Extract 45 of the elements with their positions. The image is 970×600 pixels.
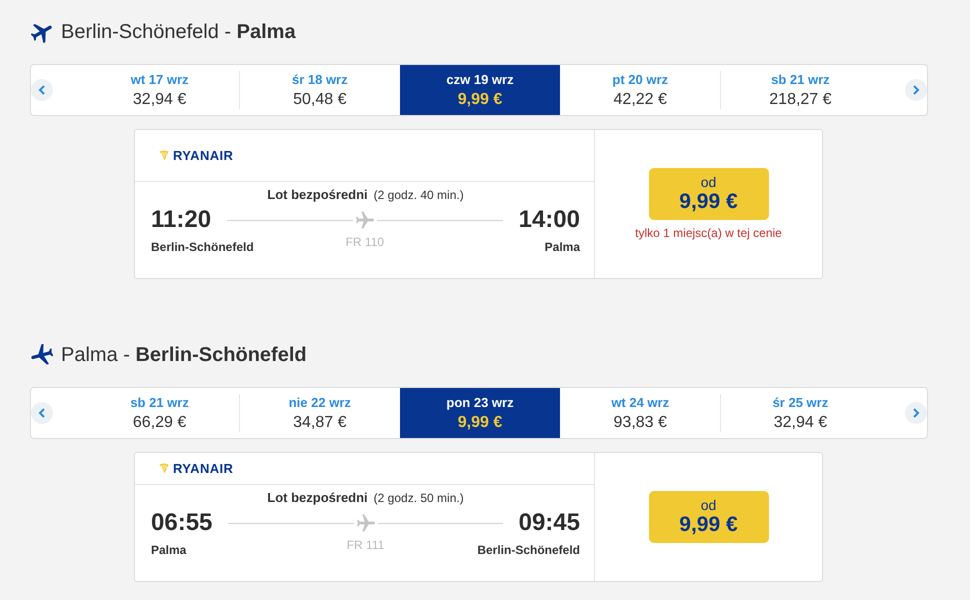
- date-tab[interactable]: śr 25 wrz 32,94 €: [720, 388, 880, 438]
- next-dates-button[interactable]: [905, 402, 928, 424]
- chevron-left-icon: [38, 408, 46, 418]
- route-heading: Berlin-Schönefeld - Palma: [61, 20, 296, 45]
- date-tab[interactable]: wt 24 wrz 93,83 €: [560, 388, 720, 438]
- flight-type: Lot bezpośredni: [267, 490, 368, 506]
- airplane-icon: [31, 21, 53, 43]
- flight-number: FR 111: [346, 538, 384, 552]
- date-tab[interactable]: pon 23 wrz 9,99 €: [400, 388, 560, 438]
- chevron-right-icon: [912, 408, 920, 418]
- date-tab[interactable]: nie 22 wrz 34,87 €: [240, 388, 400, 438]
- airplane-icon: [356, 514, 374, 532]
- arrival-time: 14:00: [518, 205, 580, 235]
- arrival-city: Palma: [544, 240, 580, 254]
- date-tab[interactable]: sb 21 wrz 66,29 €: [80, 388, 240, 438]
- previous-dates-button[interactable]: [31, 79, 53, 101]
- seat-availability-note: tylko 1 miejsc(a) w tej cenie: [635, 226, 782, 240]
- flight-type: Lot bezpośredni: [267, 187, 368, 203]
- price-button[interactable]: od 9,99 €: [648, 168, 768, 220]
- departure-city: Berlin-Schönefeld: [151, 240, 254, 254]
- airline-name: RYANAIR: [173, 462, 234, 476]
- route-heading: Palma - Berlin-Schönefeld: [61, 343, 307, 368]
- departure-time: 06:55: [151, 508, 212, 538]
- arrival-city: Berlin-Schönefeld: [477, 543, 580, 557]
- date-tab[interactable]: pt 20 wrz 42,22 €: [560, 65, 720, 115]
- harp-icon: [159, 463, 169, 474]
- price-button[interactable]: od 9,99 €: [648, 491, 768, 543]
- next-dates-button[interactable]: [905, 79, 928, 101]
- previous-dates-button[interactable]: [31, 402, 53, 424]
- chevron-right-icon: [912, 85, 920, 95]
- arrival-time: 09:45: [518, 508, 580, 538]
- date-tab[interactable]: sb 21 wrz 218,27 €: [720, 65, 880, 115]
- airline-name: RYANAIR: [173, 148, 234, 162]
- date-tab[interactable]: wt 17 wrz 32,94 €: [80, 65, 240, 115]
- flight-duration: (2 godz. 50 min.): [374, 490, 464, 506]
- chevron-left-icon: [38, 85, 46, 95]
- airplane-icon: [356, 211, 374, 229]
- date-tab[interactable]: śr 18 wrz 50,48 €: [240, 65, 400, 115]
- departure-time: 11:20: [151, 205, 212, 235]
- departure-city: Palma: [151, 543, 186, 557]
- date-tab[interactable]: czw 19 wrz 9,99 €: [400, 65, 560, 115]
- flight-number: FR 110: [346, 235, 384, 249]
- harp-icon: [159, 150, 169, 161]
- airplane-icon: [31, 344, 53, 366]
- flight-duration: (2 godz. 40 min.): [374, 187, 464, 203]
